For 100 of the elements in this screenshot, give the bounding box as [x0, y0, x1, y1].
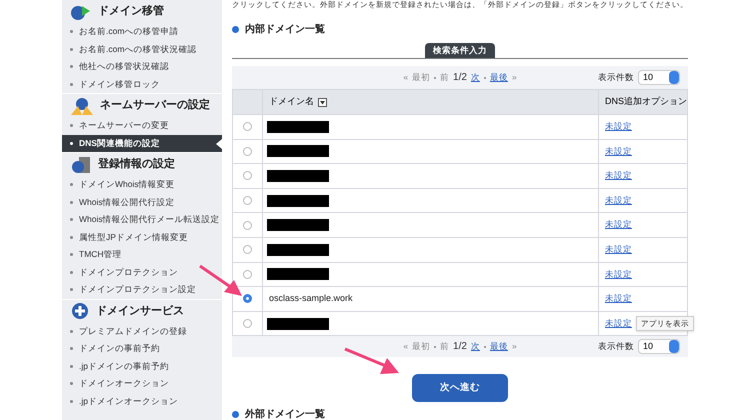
radio-button[interactable]	[243, 318, 252, 328]
dns-option-link[interactable]: 未設定	[604, 268, 632, 279]
sidebar-item[interactable]: DNS関連機能の設定	[62, 134, 222, 152]
bullet-icon	[70, 183, 73, 186]
section-title: 登録情報の設定	[98, 156, 175, 172]
domain-name: osclass-sample.work	[268, 293, 353, 304]
pager-mark: »	[512, 71, 517, 84]
per-page-select[interactable]: 10	[638, 70, 680, 85]
sidebar-item-label: .jpドメインの事前予約	[79, 360, 169, 373]
sidebar-item-label: ドメイン移管ロック	[79, 78, 160, 91]
bullet-icon	[70, 200, 73, 204]
radio-button[interactable]	[243, 270, 252, 279]
dns-option-link[interactable]: 未設定	[604, 219, 632, 230]
dns-option-link[interactable]: 未設定	[604, 194, 632, 205]
filter-icon[interactable]	[318, 98, 327, 106]
pager-mark: «	[403, 340, 408, 354]
dns-option-link[interactable]: 未設定	[604, 121, 632, 132]
sidebar-item-label: ドメインオークション	[79, 377, 169, 390]
sidebar-item-label: プレミアムドメインの登録	[79, 324, 187, 338]
section-title: ドメインサービス	[96, 304, 184, 319]
sidebar-item[interactable]: ドメインプロテクション設定	[62, 281, 222, 298]
bullet-icon	[70, 30, 73, 34]
sidebar-item-label: お名前.comへの移管状況確認	[79, 42, 196, 56]
bullet-icon	[70, 142, 73, 145]
dns-option-link[interactable]: 未設定	[604, 244, 632, 254]
pointer-notch-icon	[216, 138, 222, 148]
sidebar-item[interactable]: .jpドメインの事前予約	[62, 358, 222, 375]
sidebar-item-label: ドメインプロテクション	[79, 266, 178, 279]
bullet-icon	[70, 400, 73, 403]
dns-option-link[interactable]: 未設定	[604, 170, 632, 180]
bullet-icon	[70, 270, 73, 274]
people-icon	[70, 96, 94, 114]
book-globe-icon	[70, 156, 92, 174]
dns-option-link[interactable]: 未設定	[604, 146, 632, 156]
sidebar-item-label: Whois情報公開代行設定	[79, 196, 175, 209]
sidebar-item[interactable]: お名前.comへの移管状況確認	[62, 40, 222, 58]
per-page-select[interactable]: 10	[638, 339, 680, 354]
sidebar-item[interactable]: 他社への移管状況確認	[62, 58, 222, 76]
sidebar-item-label: 属性型JPドメイン情報変更	[79, 230, 188, 244]
bullet-icon	[70, 288, 73, 292]
sidebar-item[interactable]: ドメインオークション	[62, 375, 222, 392]
radio-button[interactable]	[243, 245, 252, 254]
sidebar-item[interactable]: ドメインの事前予約	[62, 340, 222, 358]
bullet-icon	[70, 364, 73, 368]
plus-circle-icon	[70, 302, 90, 320]
pager-link[interactable]: 次	[470, 340, 480, 354]
column-header: ドメイン名	[262, 90, 598, 114]
sidebar-item[interactable]: お名前.comへの移管申請	[62, 23, 222, 40]
bullet-icon	[70, 124, 73, 128]
radio-button[interactable]	[243, 294, 252, 304]
bullet-icon	[70, 330, 73, 333]
per-page-label: 表示件数	[598, 71, 634, 84]
bullet-icon	[70, 218, 73, 222]
bullet-icon	[70, 82, 73, 86]
bullet-icon	[70, 236, 73, 239]
sidebar-item[interactable]: ドメインプロテクション	[62, 264, 222, 281]
sidebar-item[interactable]: Whois情報公開代行設定	[62, 194, 222, 211]
pager-link[interactable]: 最後	[490, 71, 508, 84]
sidebar-item-label: ドメインプロテクション設定	[79, 283, 196, 296]
sidebar-item[interactable]: プレミアムドメインの登録	[62, 322, 222, 340]
arrow-drawing	[199, 264, 242, 296]
dns-option-link[interactable]: 未設定	[604, 318, 632, 328]
sidebar-item[interactable]: ドメイン移管ロック	[62, 76, 222, 93]
pager-link[interactable]: 最後	[490, 340, 508, 354]
search-tab[interactable]: 検索条件入力	[425, 43, 495, 58]
bullet-icon	[70, 253, 73, 256]
sidebar-item[interactable]: ドメインWhois情報変更	[62, 176, 222, 194]
sidebar-item-label: ドメインの事前予約	[79, 342, 160, 356]
sidebar-item[interactable]: 属性型JPドメイン情報変更	[62, 228, 222, 246]
sidebar-item-label: 他社への移管状況確認	[79, 60, 169, 74]
radio-button[interactable]	[243, 146, 252, 156]
section-heading: 内部ドメイン一覧	[245, 22, 325, 36]
next-button[interactable]: 次へ進む	[412, 374, 508, 402]
sidebar-item-label: Whois情報公開代行メール転送設定	[79, 213, 220, 226]
radio-button[interactable]	[243, 220, 252, 230]
per-page-label: 表示件数	[598, 340, 634, 354]
radio-button[interactable]	[243, 196, 252, 205]
sidebar-item-label: お名前.comへの移管申請	[79, 25, 178, 38]
bullet-icon	[70, 65, 73, 68]
sidebar-item[interactable]: ネームサーバーの変更	[62, 117, 222, 134]
page-count: 1/2	[453, 340, 467, 354]
pager-link[interactable]: 次	[470, 71, 480, 84]
sidebar-item[interactable]: .jpドメインオークション	[62, 392, 222, 410]
sidebar-item-label: ドメインWhois情報変更	[79, 178, 175, 192]
section-title: ドメイン移管	[98, 4, 164, 20]
sidebar-item-label: TMCH管理	[79, 248, 122, 262]
radio-button[interactable]	[243, 122, 252, 132]
bullet-icon	[70, 382, 73, 386]
section-heading: 外部ドメイン一覧	[245, 408, 325, 420]
dns-option-link[interactable]: 未設定	[604, 293, 632, 304]
section-title: ネームサーバーの設定	[100, 98, 210, 114]
page-count: 1/2	[453, 71, 467, 85]
sidebar-item-label: DNS関連機能の設定	[79, 136, 160, 150]
radio-button[interactable]	[243, 171, 252, 180]
sidebar-item[interactable]: Whois情報公開代行メール転送設定	[62, 211, 222, 228]
pager-mark: »	[512, 340, 517, 354]
bullet-icon	[70, 48, 73, 51]
sidebar-item[interactable]: TMCH管理	[62, 246, 222, 264]
arrow-drawing	[344, 348, 399, 374]
bullet-icon	[70, 347, 73, 350]
